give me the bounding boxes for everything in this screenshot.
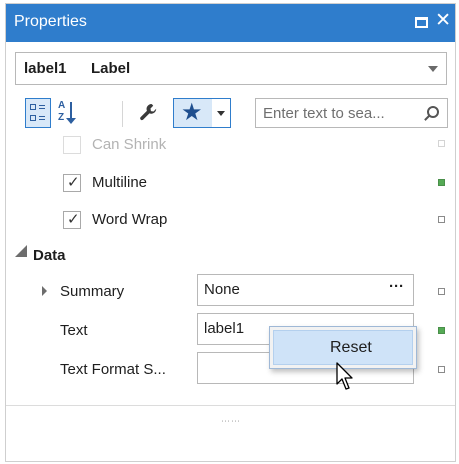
property-label: Word Wrap xyxy=(92,211,168,228)
property-label: Text xyxy=(60,322,88,339)
modified-value-marker[interactable] xyxy=(438,179,445,186)
search-box[interactable] xyxy=(255,98,448,128)
toolbar-separator xyxy=(122,101,123,127)
menu-item-label: Reset xyxy=(330,339,372,356)
modified-value-marker[interactable] xyxy=(438,327,445,334)
property-label: Multiline xyxy=(92,174,148,191)
default-value-marker[interactable] xyxy=(438,216,445,223)
reset-menu-item[interactable]: Reset xyxy=(273,330,413,365)
categorized-view-button[interactable] xyxy=(25,98,51,128)
mouse-cursor-icon xyxy=(336,362,353,390)
object-name: label1 xyxy=(24,60,67,77)
object-selector[interactable]: label1 Label xyxy=(15,52,447,85)
default-value-marker[interactable] xyxy=(438,140,445,147)
object-type: Label xyxy=(91,60,131,77)
property-value: label1 xyxy=(204,320,245,337)
properties-tab-button[interactable] xyxy=(134,98,164,128)
favorites-dropdown-button[interactable] xyxy=(212,98,231,128)
property-row-multiline[interactable]: ✓ Multiline xyxy=(6,166,455,202)
maximize-icon[interactable] xyxy=(415,17,428,28)
title-bar: Properties ✕ xyxy=(6,4,455,42)
panel-title: Properties xyxy=(14,13,87,30)
collapse-triangle-icon[interactable] xyxy=(15,245,27,257)
property-row-summary[interactable]: Summary None ··· xyxy=(6,272,455,308)
category-data[interactable]: Data xyxy=(6,239,455,275)
category-name: Data xyxy=(33,247,66,264)
property-value: None xyxy=(204,281,240,298)
default-value-marker[interactable] xyxy=(438,288,445,295)
alphabetical-view-button[interactable]: A Z xyxy=(57,98,79,128)
multiline-checkbox[interactable]: ✓ xyxy=(63,174,81,192)
toolbar: A Z ★ xyxy=(6,96,455,136)
close-icon[interactable]: ✕ xyxy=(435,10,451,32)
property-label: Summary xyxy=(60,283,125,300)
word-wrap-checkbox[interactable]: ✓ xyxy=(63,211,81,229)
property-row-word-wrap[interactable]: ✓ Word Wrap xyxy=(6,203,455,239)
splitter-grip-icon[interactable]: ⋯⋯ xyxy=(221,416,241,427)
default-value-marker[interactable] xyxy=(438,366,445,373)
chevron-down-icon xyxy=(217,111,225,116)
property-label: Text Format S... xyxy=(60,361,166,378)
expand-triangle-icon[interactable] xyxy=(42,286,47,296)
property-label: Can Shrink xyxy=(92,136,167,153)
summary-value-field[interactable]: None ··· xyxy=(197,274,414,306)
description-splitter[interactable] xyxy=(6,405,455,406)
search-icon[interactable] xyxy=(427,106,439,118)
can-shrink-checkbox[interactable] xyxy=(63,136,81,154)
properties-panel: Properties ✕ label1 Label A Z ★ Enter te… xyxy=(5,3,456,462)
favorites-tab-button[interactable]: ★ xyxy=(173,98,213,128)
favorites-star-icon: ★ xyxy=(181,99,203,126)
search-input[interactable] xyxy=(256,99,416,127)
chevron-down-icon[interactable] xyxy=(428,66,438,72)
wrench-icon xyxy=(140,104,157,121)
ellipsis-button[interactable]: ··· xyxy=(389,278,404,295)
property-row-can-shrink[interactable]: Can Shrink xyxy=(6,136,455,164)
